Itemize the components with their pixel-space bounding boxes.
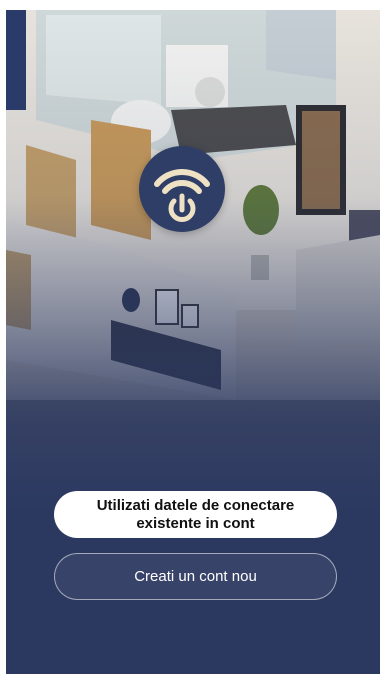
wifi-power-icon: [154, 169, 210, 222]
login-existing-account-button[interactable]: Utilizati datele de conectare existente …: [54, 491, 337, 538]
login-screen: Utilizati datele de conectare existente …: [6, 10, 380, 674]
app-logo: [139, 146, 225, 232]
create-account-button[interactable]: Creati un cont nou: [54, 553, 337, 600]
